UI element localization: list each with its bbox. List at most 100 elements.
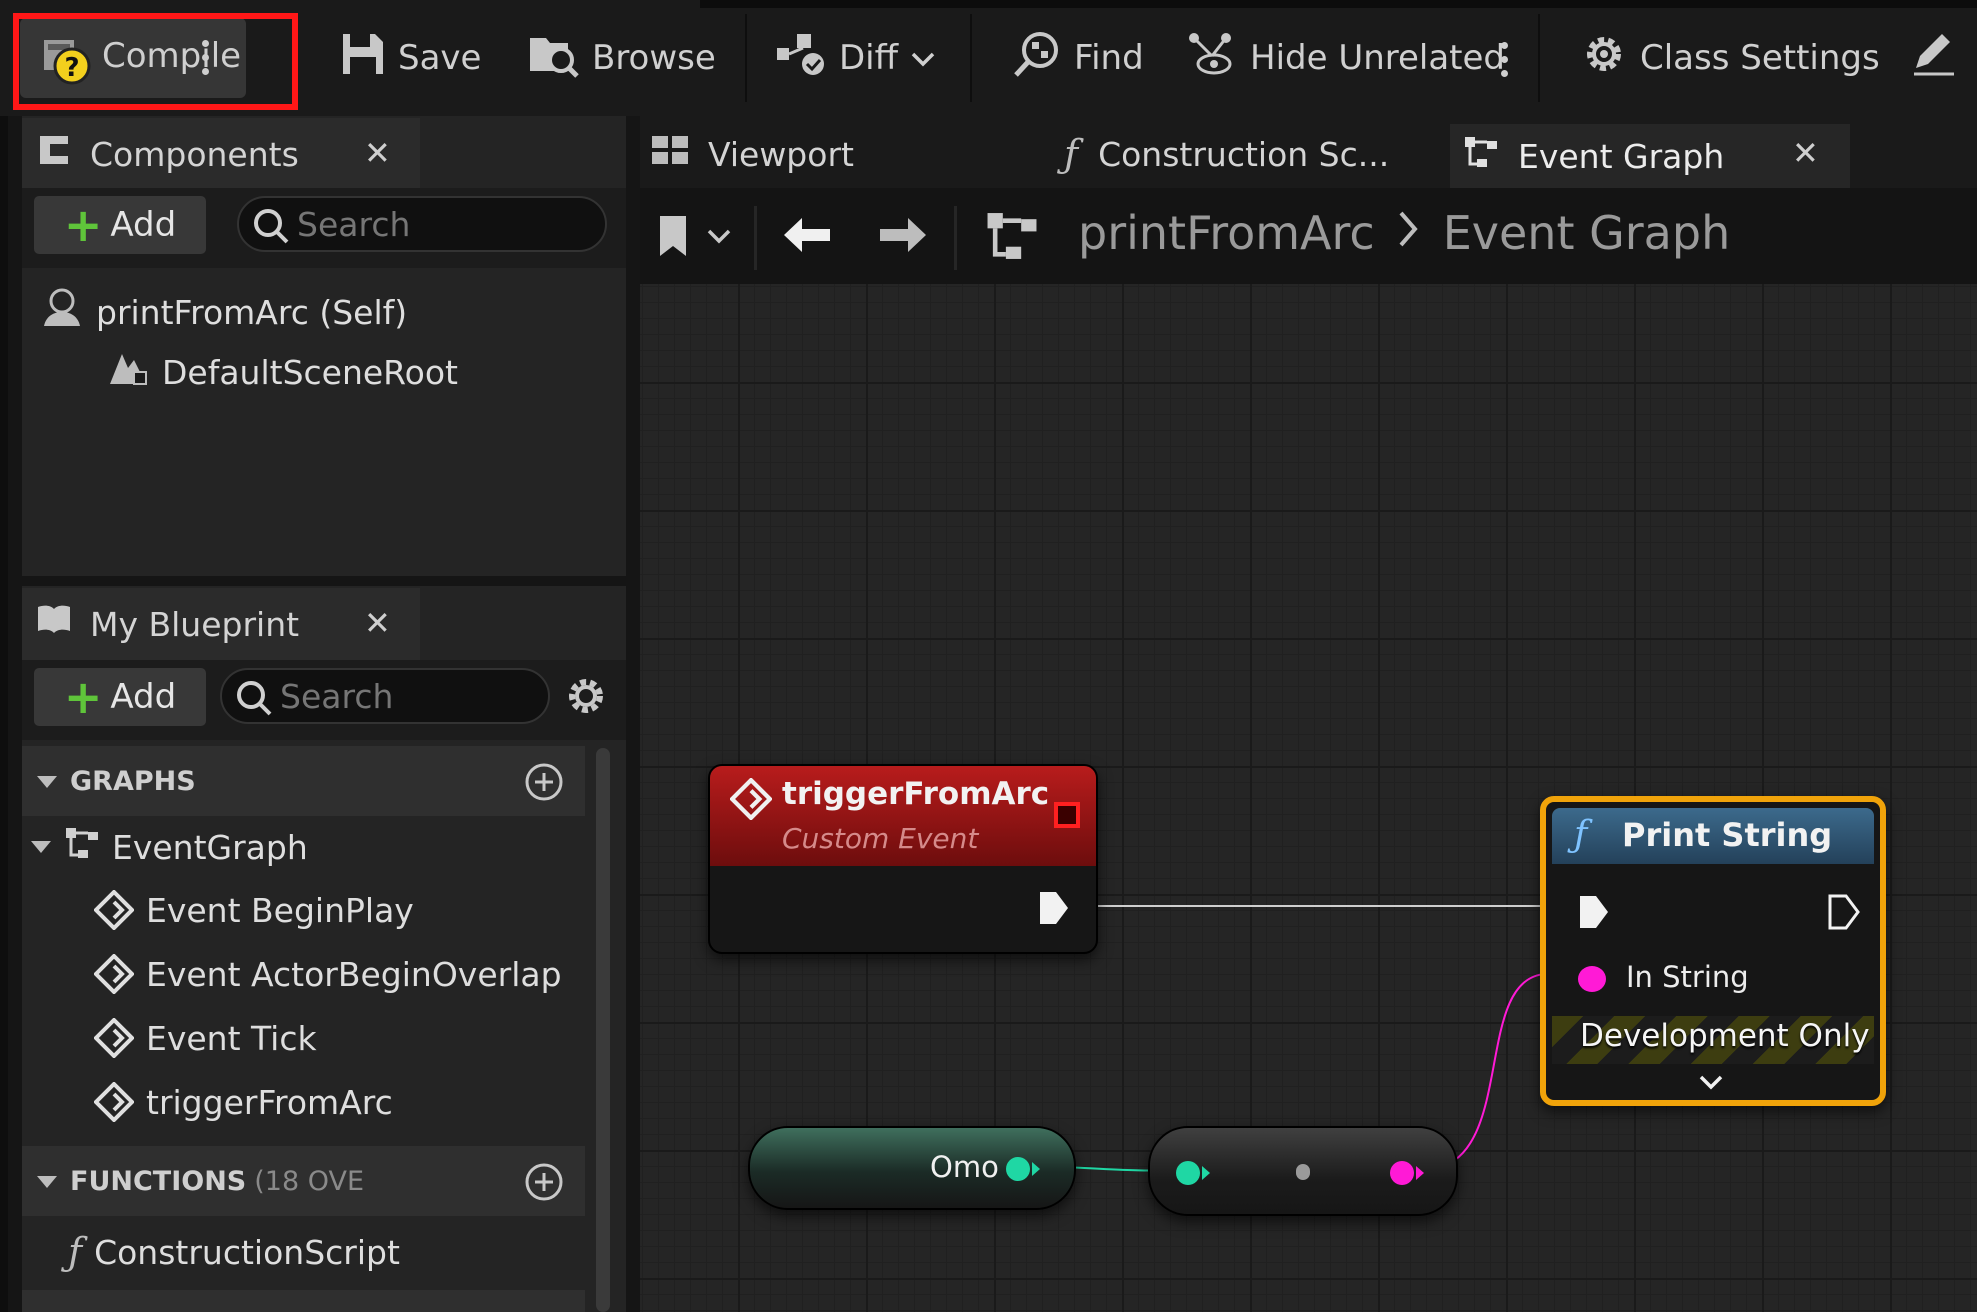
event-icon [94,954,134,994]
diff-button[interactable]: Diff [775,18,936,98]
exec-input-pin[interactable] [1578,894,1610,934]
bookmark-icon[interactable] [656,214,696,262]
tree-item-event[interactable]: Event Tick [94,1018,317,1058]
chevron-down-icon[interactable] [706,226,732,250]
component-default-scene-root-label: DefaultSceneRoot [162,352,458,392]
custom-event-node[interactable]: triggerFromArc Custom Event [708,764,1098,954]
tab-event-graph-label: Event Graph [1518,136,1725,176]
my-blueprint-search-input[interactable]: Search [220,668,550,724]
tree-item-construction-script[interactable]: ƒ ConstructionScript [68,1230,400,1274]
variable-getter-node[interactable]: Omo [748,1126,1076,1210]
custom-event-subtitle: Custom Event [782,822,979,855]
components-icon [36,132,72,176]
close-components-tab-icon[interactable]: ✕ [364,134,391,172]
toolbar-top-strip [700,0,1977,8]
gear-icon[interactable] [564,674,608,722]
in-string-pin[interactable] [1578,966,1606,992]
tab-my-blueprint[interactable]: My Blueprint [22,588,420,660]
variable-getter-label: Omo [930,1150,999,1184]
variable-output-pin[interactable] [1004,1154,1044,1188]
class-defaults-button[interactable] [1910,18,1958,98]
tree-item-construction-script-label: ConstructionScript [94,1232,400,1272]
breadcrumb: printFromArc Event Graph [1078,206,1730,260]
tree-item-event-label: Event Tick [146,1018,317,1058]
event-icon [94,1018,134,1058]
my-blueprint-add-label: Add [110,677,177,717]
component-default-scene-root[interactable]: DefaultSceneRoot [106,346,458,398]
breadcrumb-asset[interactable]: printFromArc [1078,206,1375,260]
tab-viewport[interactable]: Viewport [640,118,1000,190]
find-button[interactable]: Find [1012,18,1144,98]
conversion-output-pin[interactable] [1388,1158,1428,1192]
my-blueprint-scrollbar[interactable] [596,748,610,1312]
exec-output-pin[interactable] [1038,890,1070,930]
tab-construction-script[interactable]: ƒ Construction Sc... [1056,118,1436,190]
plus-icon: + [63,198,103,252]
tab-components-label: Components [90,134,299,174]
tab-construction-label: Construction Sc... [1098,134,1390,174]
hide-unrelated-button[interactable]: Hide Unrelated [1186,18,1505,98]
tree-item-event[interactable]: Event BeginPlay [94,890,414,930]
edit-icon [1910,30,1958,87]
graph-icon [64,826,100,868]
components-search-input[interactable]: Search [237,196,607,252]
my-blueprint-add-button[interactable]: + Add [34,668,206,726]
find-icon [1012,29,1062,88]
close-my-blueprint-tab-icon[interactable]: ✕ [364,604,391,642]
actor-icon [40,286,84,338]
breadcrumb-graph[interactable]: Event Graph [1443,206,1731,260]
main-toolbar: ? Compile Save Browse Diff Find Hide Unr… [0,0,1977,116]
forward-arrow-icon[interactable] [878,216,928,258]
delegate-pin[interactable] [1054,802,1080,828]
breadcrumb-separator [954,206,957,270]
components-add-button[interactable]: + Add [34,196,206,254]
component-self-label: printFromArc (Self) [96,292,408,332]
book-icon [36,603,72,645]
toolbar-separator [1538,14,1540,102]
hide-unrelated-options-kebab[interactable] [1501,42,1509,77]
component-self-item[interactable]: printFromArc (Self) [40,286,407,338]
functions-section-header[interactable]: FUNCTIONS (18 OVE [22,1146,585,1216]
tab-event-graph[interactable]: Event Graph [1450,124,1850,188]
triangle-down-icon [31,841,51,853]
scene-component-icon [106,346,150,398]
tree-item-eventgraph[interactable]: EventGraph [30,826,308,868]
tab-viewport-label: Viewport [708,134,854,174]
event-icon [94,1082,134,1122]
save-icon [340,31,386,86]
conversion-node[interactable] [1148,1126,1458,1216]
graph-icon [984,210,1040,266]
back-arrow-icon[interactable] [782,216,832,258]
search-icon [254,209,289,244]
add-function-icon[interactable] [524,1162,564,1209]
tree-item-event[interactable]: Event ActorBeginOverlap [94,954,562,994]
save-button[interactable]: Save [340,18,481,98]
chevron-down-icon [910,38,936,78]
add-graph-icon[interactable] [524,762,564,809]
variables-section-header[interactable] [22,1290,585,1312]
chevron-down-icon[interactable] [1698,1072,1724,1096]
graphs-header-label: GRAPHS [70,765,196,797]
print-string-title: Print String [1622,816,1833,854]
browse-label: Browse [592,38,716,78]
function-icon: ƒ [68,1230,83,1274]
function-icon: ƒ [1064,132,1079,176]
tree-item-event-label: Event ActorBeginOverlap [146,954,562,994]
tree-item-event[interactable]: triggerFromArc [94,1082,393,1122]
components-search-placeholder: Search [297,204,411,244]
diff-icon [775,30,827,87]
components-add-label: Add [110,205,177,245]
tab-components[interactable]: Components [22,118,420,190]
graphs-section-header[interactable]: GRAPHS [22,746,585,816]
custom-event-title: triggerFromArc [782,776,1050,812]
close-event-graph-tab-icon[interactable]: ✕ [1792,134,1819,172]
print-string-node[interactable]: ƒ Print String In String Development Onl… [1540,796,1886,1106]
class-settings-button[interactable]: Class Settings [1580,18,1880,98]
graph-icon [1462,135,1500,177]
exec-output-pin[interactable] [1828,894,1860,934]
toolbar-separator [745,14,747,102]
browse-button[interactable]: Browse [528,18,716,98]
conversion-input-pin[interactable] [1174,1158,1214,1192]
compile-highlight-box [13,13,298,110]
tree-item-event-label: triggerFromArc [146,1082,393,1122]
